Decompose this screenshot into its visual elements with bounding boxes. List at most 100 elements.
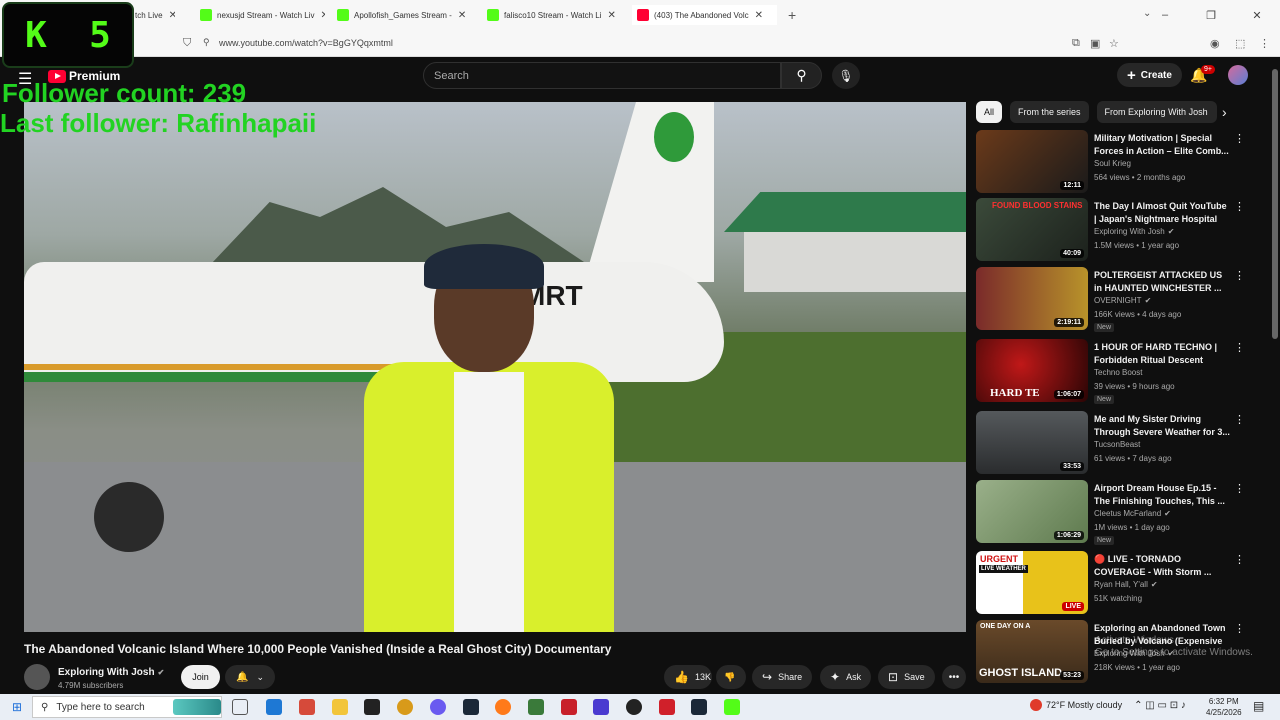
app-icon[interactable] bbox=[299, 699, 315, 715]
video-player[interactable]: P-MRT bbox=[24, 102, 966, 632]
channel-name[interactable]: Exploring With Josh ✔ bbox=[58, 667, 164, 678]
install-icon[interactable]: ⧉ bbox=[1072, 37, 1080, 50]
steam-icon[interactable] bbox=[463, 699, 479, 715]
recommendation-title[interactable]: Me and My Sister Driving Through Severe … bbox=[1094, 413, 1230, 439]
browser-tab-1[interactable]: tch Live ✕ bbox=[135, 5, 175, 25]
more-vertical-icon[interactable]: ⋮ bbox=[1234, 622, 1245, 635]
app-icon[interactable] bbox=[528, 699, 544, 715]
recommendation-channel[interactable]: Soul Krieg bbox=[1094, 159, 1131, 168]
profile-icon[interactable]: ◉ bbox=[1210, 37, 1220, 50]
search-button[interactable]: ⚲ bbox=[781, 62, 822, 89]
ask-button[interactable]: ✦ Ask bbox=[820, 665, 872, 689]
scrollbar-thumb[interactable] bbox=[1272, 69, 1278, 339]
close-icon[interactable]: ✕ bbox=[608, 10, 616, 21]
recommendation-title[interactable]: Military Motivation | Special Forces in … bbox=[1094, 132, 1230, 158]
create-button[interactable]: + Create bbox=[1117, 63, 1182, 87]
edge-icon[interactable] bbox=[266, 699, 282, 715]
video-thumbnail[interactable]: 33:53 bbox=[976, 411, 1088, 474]
recommendation-item[interactable]: 33:53 Me and My Sister Driving Through S… bbox=[976, 411, 1256, 475]
more-actions-button[interactable]: ••• bbox=[942, 665, 966, 689]
voice-search-button[interactable]: 🎙 bbox=[832, 62, 860, 89]
recommendation-channel[interactable]: Cleetus McFarland ✔ bbox=[1094, 509, 1171, 518]
tray-icons[interactable]: ⌃ ◫ ▭ ⊡ ♪ bbox=[1134, 700, 1186, 711]
extensions-icon[interactable]: ⬚ bbox=[1235, 37, 1245, 50]
recommendation-title[interactable]: Airport Dream House Ep.15 - The Finishin… bbox=[1094, 482, 1230, 508]
chevron-right-icon[interactable]: › bbox=[1222, 104, 1227, 120]
recommendation-title[interactable]: The Day I Almost Quit YouTube | Japan's … bbox=[1094, 200, 1230, 226]
close-icon[interactable]: ✕ bbox=[321, 10, 325, 21]
recommendation-item[interactable]: 2:19:11 POLTERGEIST ATTACKED US in HAUNT… bbox=[976, 267, 1256, 332]
video-thumbnail[interactable]: 1:06:29 bbox=[976, 480, 1088, 543]
close-icon[interactable]: ✕ bbox=[169, 10, 175, 21]
file-explorer-icon[interactable] bbox=[332, 699, 348, 715]
subscribed-button[interactable]: 🔔 ⌄ bbox=[225, 665, 275, 689]
app-icon[interactable] bbox=[561, 699, 577, 715]
recommendation-title[interactable]: 1 HOUR OF HARD TECHNO | Forbidden Ritual… bbox=[1094, 341, 1230, 367]
widget-icon[interactable] bbox=[173, 699, 221, 715]
more-vertical-icon[interactable]: ⋮ bbox=[1234, 341, 1245, 354]
more-vertical-icon[interactable]: ⋮ bbox=[1234, 269, 1245, 282]
like-button[interactable]: 👍 13K bbox=[664, 665, 712, 689]
reader-icon[interactable]: ▣ bbox=[1090, 37, 1100, 50]
chip-from-the-series[interactable]: From the series bbox=[1010, 101, 1089, 123]
chip-from-channel[interactable]: From Exploring With Josh bbox=[1096, 101, 1217, 123]
recommendation-title[interactable]: 🔴 LIVE - TORNADO COVERAGE - With Storm .… bbox=[1094, 553, 1230, 579]
video-thumbnail[interactable]: ONE DAY ON A GHOST ISLAND 53:23 bbox=[976, 620, 1088, 683]
account-avatar[interactable] bbox=[1228, 65, 1248, 85]
site-info-icon[interactable]: ⛉ bbox=[183, 37, 191, 50]
menu-icon[interactable]: ⋮ bbox=[1259, 37, 1270, 50]
browser-tab-3[interactable]: Apollofish_Games Stream - ✕ bbox=[337, 5, 467, 25]
more-vertical-icon[interactable]: ⋮ bbox=[1234, 553, 1245, 566]
discord-icon[interactable] bbox=[430, 699, 446, 715]
recommendation-item[interactable]: HARD TE 1:06:07 1 HOUR OF HARD TECHNO | … bbox=[976, 339, 1256, 404]
app-icon[interactable] bbox=[593, 699, 609, 715]
more-vertical-icon[interactable]: ⋮ bbox=[1234, 482, 1245, 495]
share-button[interactable]: ↪ Share bbox=[752, 665, 813, 689]
recommendation-channel[interactable]: Ryan Hall, Y'all ✔ bbox=[1094, 580, 1158, 589]
app-icon[interactable] bbox=[659, 699, 675, 715]
dislike-button[interactable]: 👎 bbox=[716, 665, 746, 689]
recommendation-item[interactable]: 12:11 Military Motivation | Special Forc… bbox=[976, 130, 1256, 194]
clock[interactable]: 6:32 PM 4/25/2026 bbox=[1206, 696, 1242, 718]
recommendation-channel[interactable]: Techno Boost bbox=[1094, 368, 1142, 377]
more-vertical-icon[interactable]: ⋮ bbox=[1234, 413, 1245, 426]
recommendation-channel[interactable]: OVERNIGHT ✔ bbox=[1094, 296, 1151, 305]
video-thumbnail[interactable]: 12:11 bbox=[976, 130, 1088, 193]
steam-icon[interactable] bbox=[691, 699, 707, 715]
restore-button[interactable]: ❐ bbox=[1188, 9, 1234, 22]
app-icon[interactable] bbox=[626, 699, 642, 715]
close-window-button[interactable]: ✕ bbox=[1234, 9, 1280, 22]
epic-games-icon[interactable] bbox=[364, 699, 380, 715]
video-thumbnail[interactable]: URGENT LIVE WEATHER LIVE bbox=[976, 551, 1088, 614]
browser-tab-active[interactable]: (403) The Abandoned Volc ✕ bbox=[632, 5, 777, 25]
bookmark-star-icon[interactable]: ☆ bbox=[1109, 37, 1119, 50]
video-thumbnail[interactable]: FOUND BLOOD STAINS 40:09 bbox=[976, 198, 1088, 261]
close-icon[interactable]: ✕ bbox=[458, 10, 466, 21]
minimize-button[interactable]: – bbox=[1142, 9, 1188, 21]
scrollbar[interactable] bbox=[1270, 57, 1280, 694]
video-thumbnail[interactable]: 2:19:11 bbox=[976, 267, 1088, 330]
browser-tab-2[interactable]: nexusjd Stream - Watch Liv ✕ bbox=[200, 5, 325, 25]
search-input[interactable] bbox=[424, 63, 780, 88]
task-view-icon[interactable] bbox=[232, 699, 248, 715]
more-vertical-icon[interactable]: ⋮ bbox=[1234, 200, 1245, 213]
channel-avatar[interactable] bbox=[24, 664, 50, 690]
recommendation-item[interactable]: URGENT LIVE WEATHER LIVE 🔴 LIVE - TORNAD… bbox=[976, 551, 1256, 615]
weather-text[interactable]: 72°F Mostly cloudy bbox=[1046, 700, 1122, 710]
video-thumbnail[interactable]: HARD TE 1:06:07 bbox=[976, 339, 1088, 402]
save-button[interactable]: ⊡ Save bbox=[878, 665, 935, 689]
taskbar-search-input[interactable] bbox=[48, 701, 189, 713]
kick-icon[interactable] bbox=[724, 699, 740, 715]
recommendation-channel[interactable]: TucsonBeast bbox=[1094, 440, 1140, 449]
app-icon[interactable] bbox=[397, 699, 413, 715]
firefox-icon[interactable] bbox=[495, 699, 511, 715]
recommendation-channel[interactable]: Exploring With Josh ✔ bbox=[1094, 227, 1174, 236]
windows-start-icon[interactable]: ⊞ bbox=[12, 700, 22, 714]
tune-icon[interactable]: ⚲ bbox=[203, 37, 210, 48]
new-tab-button[interactable]: + bbox=[788, 7, 796, 23]
join-button[interactable]: Join bbox=[181, 665, 220, 689]
close-icon[interactable]: ✕ bbox=[755, 10, 763, 21]
recommendation-title[interactable]: POLTERGEIST ATTACKED US in HAUNTED WINCH… bbox=[1094, 269, 1230, 295]
recommendation-item[interactable]: FOUND BLOOD STAINS 40:09 The Day I Almos… bbox=[976, 198, 1256, 262]
recommendation-item[interactable]: 1:06:29 Airport Dream House Ep.15 - The … bbox=[976, 480, 1256, 545]
